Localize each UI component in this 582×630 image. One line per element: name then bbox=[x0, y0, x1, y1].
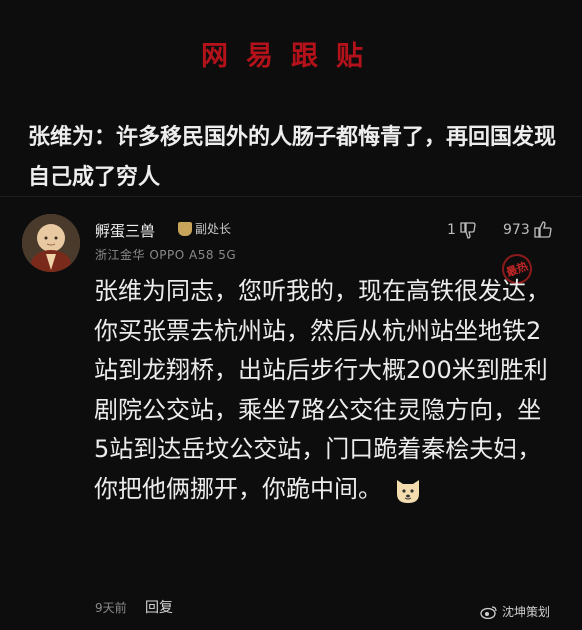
comment-body[interactable]: 张维为同志，您听我的，现在高铁很发达，你买张票去杭州站，然后从杭州站坐地铁2站到… bbox=[94, 272, 554, 509]
thumbs-down-icon bbox=[460, 222, 476, 239]
badge-label: 副处长 bbox=[195, 222, 232, 236]
weibo-logo-icon bbox=[480, 605, 497, 619]
divider bbox=[0, 196, 582, 197]
page-title: 网易跟贴 bbox=[201, 41, 381, 72]
reply-button[interactable]: 回复 bbox=[145, 597, 173, 617]
watermark: 沈坤策划 bbox=[480, 603, 550, 620]
article-headline[interactable]: 张维为：许多移民国外的人肠子都悔青了，再回国发现自己成了穷人 bbox=[28, 118, 558, 198]
dislike-count: 1 bbox=[447, 222, 456, 238]
comment-body-text: 张维为同志，您听我的，现在高铁很发达，你买张票去杭州站，然后从杭州站坐地铁2站到… bbox=[94, 277, 550, 503]
comment-username[interactable]: 孵蛋三兽 bbox=[95, 220, 155, 241]
watermark-text: 沈坤策划 bbox=[502, 605, 551, 619]
like-count: 973 bbox=[503, 222, 530, 238]
like-button[interactable]: 973 bbox=[503, 220, 554, 240]
dog-face-emoji-icon bbox=[392, 474, 424, 506]
user-avatar[interactable] bbox=[22, 214, 80, 272]
thumbs-up-icon bbox=[534, 221, 552, 238]
monk-avatar-icon bbox=[22, 214, 80, 272]
user-badge: 副处长 bbox=[178, 220, 231, 237]
comment-meta: 浙江金华 OPPO A58 5G bbox=[95, 248, 237, 262]
badge-icon bbox=[178, 221, 192, 236]
comment-time: 9天前 bbox=[95, 601, 127, 615]
dislike-button[interactable]: 1 bbox=[447, 220, 478, 240]
